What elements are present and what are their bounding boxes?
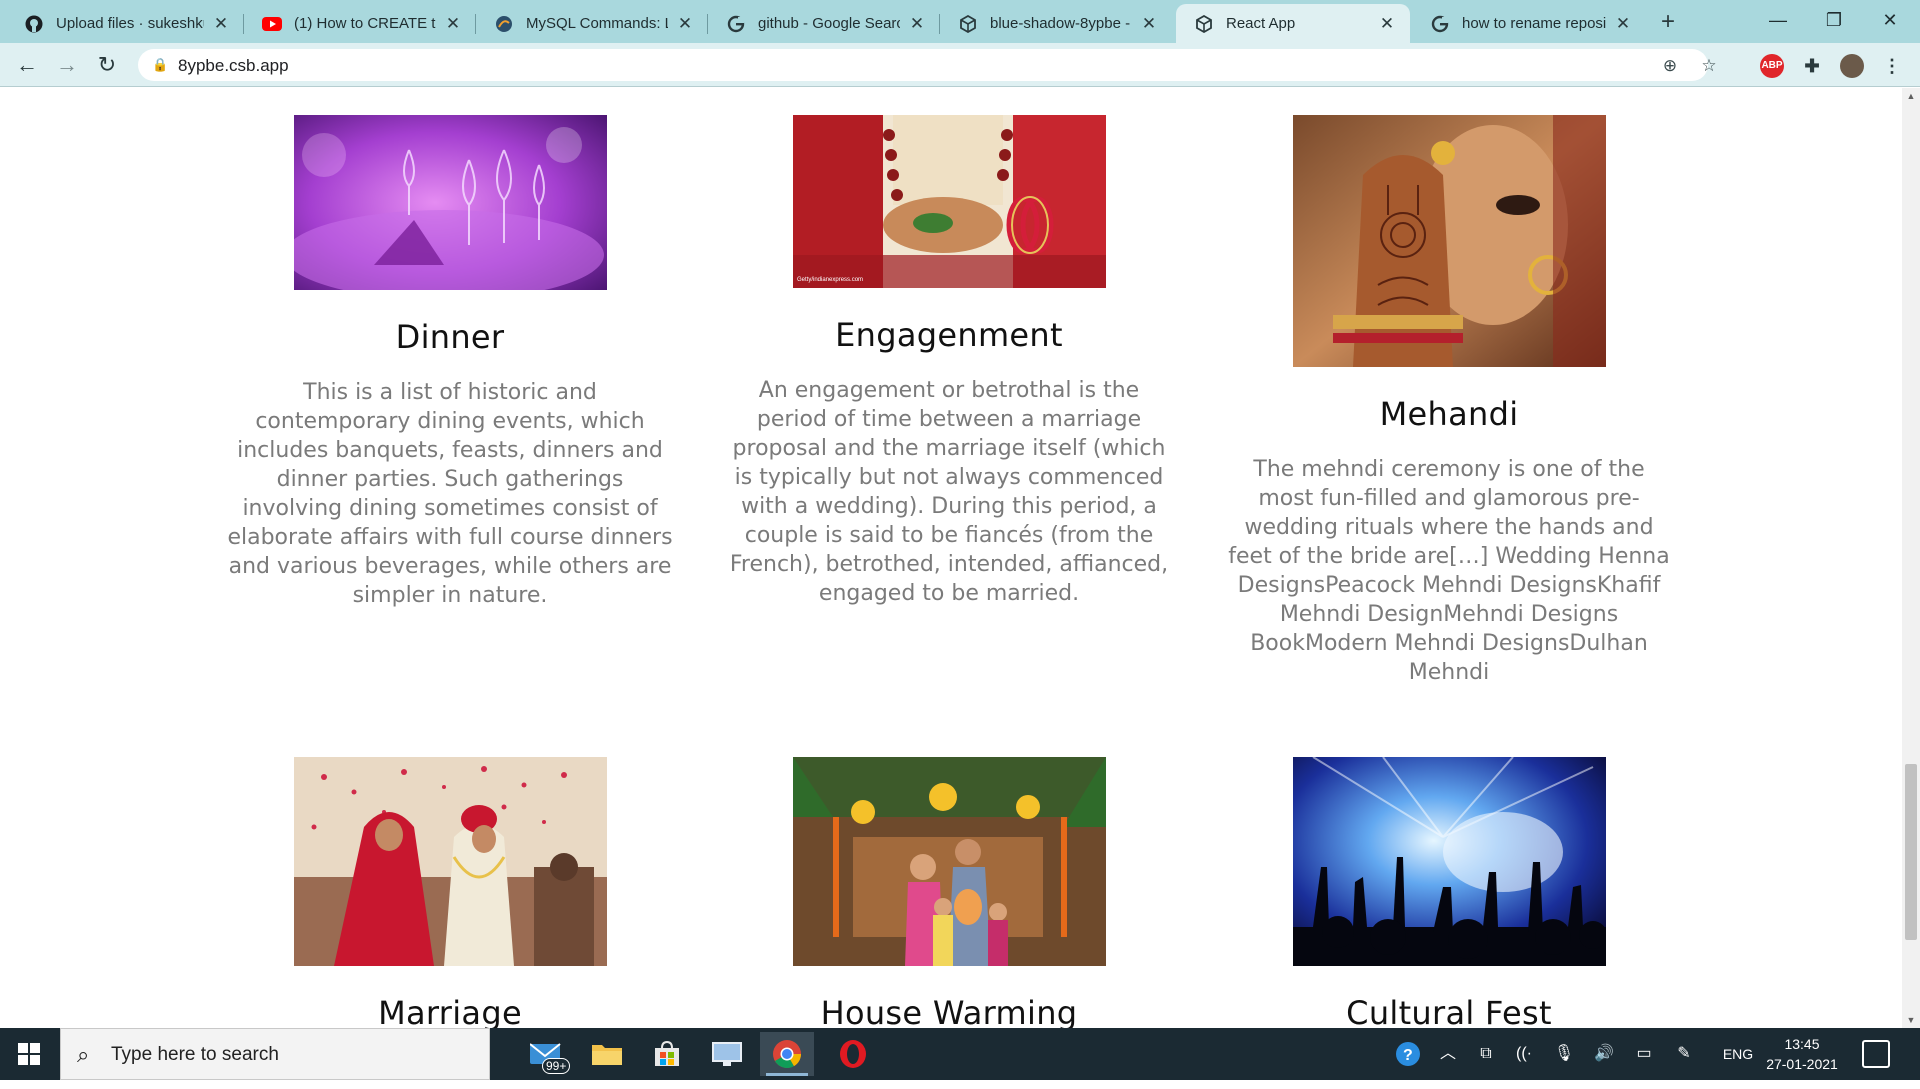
adblock-plus-icon[interactable]: ABP <box>1760 54 1784 78</box>
taskbar-file-explorer[interactable] <box>580 1032 634 1076</box>
close-icon[interactable]: ✕ <box>676 14 694 34</box>
close-icon[interactable]: ✕ <box>212 14 230 34</box>
taskbar-opera[interactable] <box>826 1032 880 1076</box>
vertical-scrollbar[interactable]: ▲ ▼ <box>1902 88 1920 1028</box>
opera-icon <box>840 1040 866 1068</box>
engagement-image: Getty/indianexpress.com <box>792 115 1106 288</box>
svg-text:?: ? <box>1403 1047 1413 1064</box>
event-card-dinner: Dinner This is a list of historic and co… <box>220 115 680 610</box>
add-circle-icon[interactable]: ⊕ <box>1659 55 1681 77</box>
taskbar-search-box[interactable]: ⌕ Type here to search <box>60 1028 490 1080</box>
google-icon <box>726 14 746 34</box>
codesandbox-icon <box>1194 14 1214 34</box>
device-icon[interactable]: ⧉ <box>1472 1028 1500 1080</box>
chrome-icon <box>773 1040 801 1068</box>
event-title: Dinner <box>395 318 505 356</box>
tab-react-app[interactable]: React App ✕ <box>1176 4 1410 43</box>
marriage-image <box>293 757 607 966</box>
url-text[interactable]: 8ypbe.csb.app <box>178 56 289 76</box>
windows-taskbar: ⌕ Type here to search 99+ ? ︿ ⧉ ((· 🎙 🔊 … <box>0 1028 1920 1080</box>
lock-icon: 🔒 <box>152 57 169 72</box>
minimize-button[interactable]: — <box>1750 0 1806 40</box>
github-icon <box>24 14 44 34</box>
event-description: This is a list of historic and contempor… <box>227 380 673 608</box>
event-description: An engagement or betrothal is the period… <box>729 378 1169 606</box>
tab-strip: Upload files · sukeshkumar ✕ (1) How to … <box>0 0 1920 43</box>
taskbar-remote-desktop[interactable] <box>700 1032 754 1076</box>
tab-google-rename[interactable]: how to rename repository ✕ <box>1412 4 1646 43</box>
tab-google-github[interactable]: github - Google Search ✕ <box>708 4 940 43</box>
event-card-mehandi: Mehandi The mehndi ceremony is one of th… <box>1219 115 1679 687</box>
menu-kebab-icon[interactable]: ⋮ <box>1880 54 1904 78</box>
google-icon <box>1430 14 1450 34</box>
microphone-icon[interactable]: 🎙 <box>1550 1028 1578 1080</box>
taskbar-chrome[interactable] <box>760 1032 814 1076</box>
youtube-icon <box>262 14 282 34</box>
pen-icon[interactable]: ✎ <box>1670 1028 1698 1080</box>
close-icon[interactable]: ✕ <box>1378 14 1396 34</box>
language-indicator[interactable]: ENG <box>1718 1028 1758 1080</box>
taskbar-clock[interactable]: 13:45 27-01-2021 <box>1760 1034 1844 1074</box>
house-warming-image <box>792 757 1106 966</box>
show-hidden-icons-chevron-icon[interactable]: ︿ <box>1434 1028 1462 1080</box>
close-window-button[interactable]: ✕ <box>1862 0 1918 40</box>
event-title: House Warming <box>820 994 1078 1028</box>
wifi-icon[interactable]: ((· <box>1510 1028 1538 1080</box>
address-bar[interactable]: 🔒 8ypbe.csb.app ⊕ ☆ <box>138 49 1717 81</box>
event-card-marriage: Marriage <box>220 757 680 1028</box>
bookmark-star-icon[interactable]: ☆ <box>1698 55 1720 77</box>
volume-icon[interactable]: 🔊 <box>1590 1028 1618 1080</box>
event-title: Engagenment <box>835 316 1063 354</box>
event-card-house-warming: House Warming <box>719 757 1179 1028</box>
extensions-puzzle-icon[interactable]: ✚ <box>1800 54 1824 78</box>
taskbar-mail-app[interactable]: 99+ <box>520 1032 574 1076</box>
maximize-button[interactable]: ❐ <box>1806 0 1862 40</box>
new-tab-button[interactable]: + <box>1652 8 1684 36</box>
tab-youtube[interactable]: (1) How to CREATE the ✕ <box>244 4 476 43</box>
mehandi-image <box>1292 115 1606 367</box>
reload-icon[interactable]: ↻ <box>92 50 122 80</box>
store-bag-icon <box>655 1040 679 1066</box>
folder-icon <box>592 1045 622 1065</box>
battery-icon[interactable]: ▭ <box>1630 1028 1658 1080</box>
page-content: Dinner This is a list of historic and co… <box>0 88 1902 1028</box>
event-card-cultural-fest: Cultural Fest <box>1219 757 1679 1028</box>
forward-icon[interactable]: → <box>52 50 82 80</box>
tab-mysql[interactable]: MySQL Commands: List ✕ <box>476 4 708 43</box>
notifications-icon[interactable] <box>1862 1040 1890 1068</box>
windows-logo-icon <box>18 1043 40 1065</box>
dinner-image <box>293 115 607 290</box>
codesandbox-icon <box>958 14 978 34</box>
close-icon[interactable]: ✕ <box>444 14 462 34</box>
scroll-up-arrow-icon[interactable]: ▲ <box>1902 88 1920 104</box>
scrollbar-thumb[interactable] <box>1905 764 1917 940</box>
clock-date: 27-01-2021 <box>1766 1056 1838 1072</box>
tab-upload-files[interactable]: Upload files · sukeshkumar ✕ <box>6 4 244 43</box>
image-credit: Getty/indianexpress.com <box>797 277 863 283</box>
back-icon[interactable]: ← <box>12 50 42 80</box>
event-title: Mehandi <box>1379 395 1519 433</box>
help-icon[interactable]: ? <box>1392 1028 1424 1080</box>
browser-toolbar: ← → ↻ 🔒 8ypbe.csb.app ⊕ ☆ ABP ✚ ⋮ <box>0 43 1920 87</box>
mail-badge: 99+ <box>542 1058 571 1074</box>
windows-start-button[interactable] <box>0 1028 58 1080</box>
close-icon[interactable]: ✕ <box>1614 14 1632 34</box>
event-title: Cultural Fest <box>1346 994 1552 1028</box>
search-icon: ⌕ <box>77 1042 90 1067</box>
avatar[interactable] <box>1840 54 1864 78</box>
event-card-engagement: Getty/indianexpress.com Engagenment An e… <box>719 115 1179 608</box>
tab-codesandbox[interactable]: blue-shadow-8ypbe - CodeSandbox ✕ <box>940 4 1172 43</box>
clock-time: 13:45 <box>1784 1036 1820 1052</box>
event-title: Marriage <box>378 994 522 1028</box>
close-icon[interactable]: ✕ <box>908 14 926 34</box>
monitor-icon <box>712 1042 742 1066</box>
event-description: The mehndi ceremony is one of the most f… <box>1228 457 1670 685</box>
mysql-icon <box>494 14 514 34</box>
taskbar-store[interactable] <box>640 1032 694 1076</box>
cultural-fest-image <box>1292 757 1606 966</box>
close-icon[interactable]: ✕ <box>1140 14 1158 34</box>
scroll-down-arrow-icon[interactable]: ▼ <box>1902 1012 1920 1028</box>
